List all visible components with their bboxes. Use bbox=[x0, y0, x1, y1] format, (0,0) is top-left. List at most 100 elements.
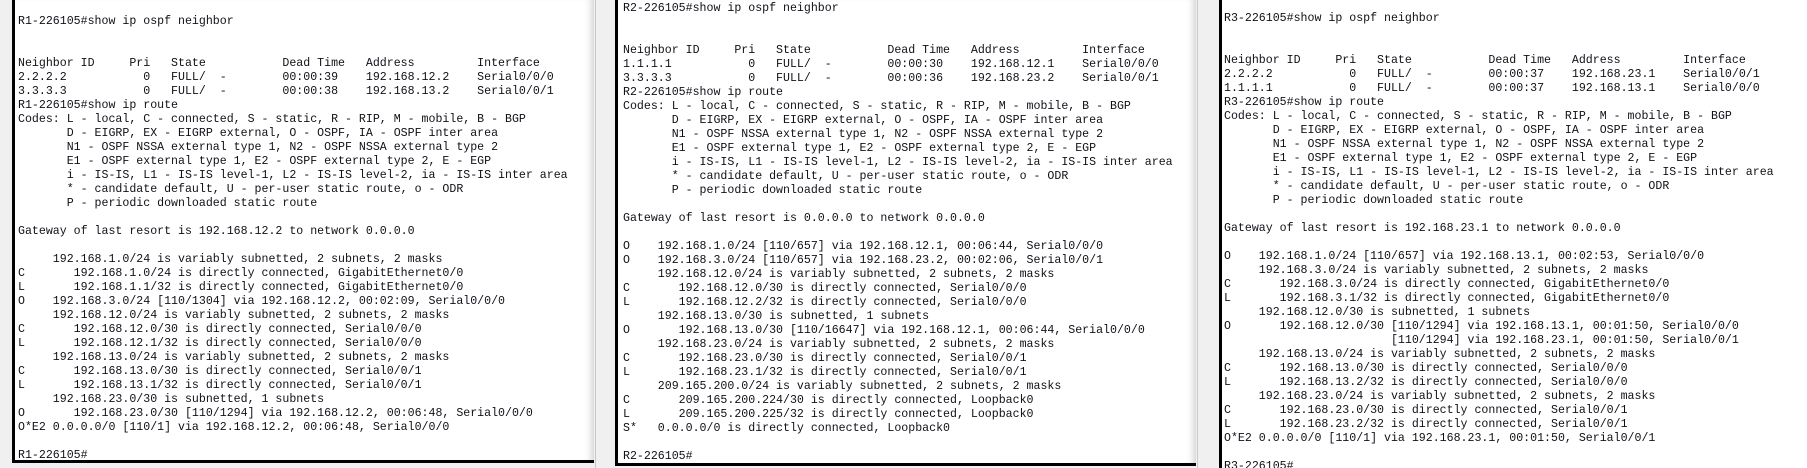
terminal-command: R1-226105#show ip ospf neighbor bbox=[18, 15, 234, 28]
terminal-command: R2-226105#show ip route bbox=[623, 86, 784, 99]
terminal-line: C 192.168.23.0/30 is directly connected,… bbox=[623, 352, 1027, 365]
terminal-line: P - periodic downloaded static route bbox=[1224, 194, 1524, 207]
terminal-line: L 192.168.12.1/32 is directly connected,… bbox=[18, 337, 422, 350]
terminal-line: C 192.168.3.0/24 is directly connected, … bbox=[1224, 278, 1670, 291]
terminal-line: Neighbor ID Pri State Dead Time Address … bbox=[18, 57, 540, 70]
terminal-line: P - periodic downloaded static route bbox=[623, 184, 923, 197]
terminal-output: R2-226105#show ip ospf neighbor Neighbor … bbox=[623, 2, 1173, 463]
terminal-line: C 192.168.12.0/30 is directly connected,… bbox=[18, 323, 422, 336]
terminal-line: L 192.168.23.2/32 is directly connected,… bbox=[1224, 418, 1628, 431]
terminal-line: N1 - OSPF NSSA external type 1, N2 - OSP… bbox=[18, 141, 499, 154]
terminal-line: O 192.168.12.0/30 [110/1294] via 192.168… bbox=[1224, 320, 1739, 333]
terminal-command: R3-226105#show ip ospf neighbor bbox=[1224, 12, 1440, 25]
terminal-line: Neighbor ID Pri State Dead Time Address … bbox=[1224, 54, 1746, 67]
terminal-line: E1 - OSPF external type 1, E2 - OSPF ext… bbox=[623, 142, 1097, 155]
terminal-line: O*E2 0.0.0.0/0 [110/1] via 192.168.23.1,… bbox=[1224, 432, 1656, 445]
terminal-line: L 209.165.200.225/32 is directly connect… bbox=[623, 408, 1034, 421]
terminal-line: P - periodic downloaded static route bbox=[18, 197, 318, 210]
terminal-pane-r1[interactable]: R1-226105#show ip ospf neighbor Neighbor … bbox=[12, 0, 594, 463]
terminal-line: 192.168.12.0/24 is variably subnetted, 2… bbox=[623, 268, 1055, 281]
terminal-line: D - EIGRP, EX - EIGRP external, O - OSPF… bbox=[1224, 124, 1705, 137]
terminal-line: O 192.168.1.0/24 [110/657] via 192.168.1… bbox=[623, 240, 1104, 253]
terminal-command: R1-226105#show ip route bbox=[18, 99, 179, 112]
terminal-line: C 192.168.13.0/30 is directly connected,… bbox=[1224, 362, 1628, 375]
terminal-line: O 192.168.3.0/24 [110/657] via 192.168.2… bbox=[623, 254, 1104, 267]
terminal-line: E1 - OSPF external type 1, E2 - OSPF ext… bbox=[18, 155, 492, 168]
pane-divider bbox=[595, 0, 596, 468]
terminal-line: Codes: L - local, C - connected, S - sta… bbox=[1224, 110, 1732, 123]
terminal-pane-r3[interactable]: R3-226105#show ip ospf neighbor Neighbor … bbox=[1219, 0, 1807, 468]
terminal-line: C 192.168.23.0/30 is directly connected,… bbox=[1224, 404, 1628, 417]
terminal-prompt: R3-226105# bbox=[1224, 460, 1294, 468]
terminal-line: * - candidate default, U - per-user stat… bbox=[18, 183, 464, 196]
terminal-prompt: R1-226105# bbox=[18, 449, 88, 462]
terminal-prompt: R2-226105# bbox=[623, 450, 693, 463]
terminal-line: L 192.168.23.1/32 is directly connected,… bbox=[623, 366, 1027, 379]
terminal-line: O 192.168.23.0/30 [110/1294] via 192.168… bbox=[18, 407, 533, 420]
terminal-line: 192.168.1.0/24 is variably subnetted, 2 … bbox=[18, 253, 443, 266]
terminal-line: L 192.168.1.1/32 is directly connected, … bbox=[18, 281, 464, 294]
terminal-line: 1.1.1.1 0 FULL/ - 00:00:37 192.168.13.1 … bbox=[1224, 82, 1760, 95]
terminal-line: S* 0.0.0.0/0 is directly connected, Loop… bbox=[623, 422, 950, 435]
terminal-command: R2-226105#show ip ospf neighbor bbox=[623, 2, 839, 15]
terminal-line: O 192.168.13.0/30 [110/16647] via 192.16… bbox=[623, 324, 1145, 337]
terminal-line: Gateway of last resort is 192.168.23.1 t… bbox=[1224, 222, 1621, 235]
terminal-line: i - IS-IS, L1 - IS-IS level-1, L2 - IS-I… bbox=[623, 156, 1173, 169]
terminal-output: R3-226105#show ip ospf neighbor Neighbor … bbox=[1224, 12, 1774, 468]
terminal-line: * - candidate default, U - per-user stat… bbox=[1224, 180, 1670, 193]
terminal-line: L 192.168.13.2/32 is directly connected,… bbox=[1224, 376, 1628, 389]
terminal-line: O 192.168.1.0/24 [110/657] via 192.168.1… bbox=[1224, 250, 1705, 263]
pane-divider bbox=[1197, 0, 1198, 468]
terminal-line: 192.168.23.0/24 is variably subnetted, 2… bbox=[623, 338, 1055, 351]
terminal-line: 3.3.3.3 0 FULL/ - 00:00:36 192.168.23.2 … bbox=[623, 72, 1159, 85]
terminal-line: L 192.168.13.1/32 is directly connected,… bbox=[18, 379, 422, 392]
terminal-line: 192.168.12.0/30 is subnetted, 1 subnets bbox=[1224, 306, 1531, 319]
terminal-line: 192.168.23.0/24 is variably subnetted, 2… bbox=[1224, 390, 1656, 403]
terminal-line: O*E2 0.0.0.0/0 [110/1] via 192.168.12.2,… bbox=[18, 421, 450, 434]
terminal-line: C 209.165.200.224/30 is directly connect… bbox=[623, 394, 1034, 407]
terminal-line: 2.2.2.2 0 FULL/ - 00:00:37 192.168.23.1 … bbox=[1224, 68, 1760, 81]
terminal-pane-r2[interactable]: R2-226105#show ip ospf neighbor Neighbor … bbox=[615, 0, 1196, 466]
terminal-line: C 192.168.13.0/30 is directly connected,… bbox=[18, 365, 422, 378]
terminal-line: Gateway of last resort is 0.0.0.0 to net… bbox=[623, 212, 985, 225]
terminal-line: C 192.168.1.0/24 is directly connected, … bbox=[18, 267, 464, 280]
terminal-line: D - EIGRP, EX - EIGRP external, O - OSPF… bbox=[18, 127, 499, 140]
terminal-line: Neighbor ID Pri State Dead Time Address … bbox=[623, 44, 1145, 57]
terminal-line: 192.168.13.0/24 is variably subnetted, 2… bbox=[18, 351, 450, 364]
terminal-line: L 192.168.12.2/32 is directly connected,… bbox=[623, 296, 1027, 309]
terminal-line: 1.1.1.1 0 FULL/ - 00:00:30 192.168.12.1 … bbox=[623, 58, 1159, 71]
terminal-line: 192.168.3.0/24 is variably subnetted, 2 … bbox=[1224, 264, 1649, 277]
terminal-line: 192.168.13.0/30 is subnetted, 1 subnets bbox=[623, 310, 930, 323]
terminal-line: 3.3.3.3 0 FULL/ - 00:00:38 192.168.13.2 … bbox=[18, 85, 554, 98]
terminal-line: 209.165.200.0/24 is variably subnetted, … bbox=[623, 380, 1062, 393]
terminal-line: D - EIGRP, EX - EIGRP external, O - OSPF… bbox=[623, 114, 1104, 127]
terminal-line: C 192.168.12.0/30 is directly connected,… bbox=[623, 282, 1027, 295]
terminal-line: Gateway of last resort is 192.168.12.2 t… bbox=[18, 225, 415, 238]
terminal-line: 192.168.23.0/30 is subnetted, 1 subnets bbox=[18, 393, 325, 406]
terminal-line: O 192.168.3.0/24 [110/1304] via 192.168.… bbox=[18, 295, 506, 308]
terminal-line: N1 - OSPF NSSA external type 1, N2 - OSP… bbox=[1224, 138, 1705, 151]
terminal-line: 192.168.13.0/24 is variably subnetted, 2… bbox=[1224, 348, 1656, 361]
terminal-line: 192.168.12.0/24 is variably subnetted, 2… bbox=[18, 309, 450, 322]
terminal-output: R1-226105#show ip ospf neighbor Neighbor … bbox=[18, 15, 568, 462]
terminal-line: 2.2.2.2 0 FULL/ - 00:00:39 192.168.12.2 … bbox=[18, 71, 554, 84]
terminal-line: * - candidate default, U - per-user stat… bbox=[623, 170, 1069, 183]
terminal-line: i - IS-IS, L1 - IS-IS level-1, L2 - IS-I… bbox=[1224, 166, 1774, 179]
terminal-line: Codes: L - local, C - connected, S - sta… bbox=[623, 100, 1131, 113]
terminal-line: N1 - OSPF NSSA external type 1, N2 - OSP… bbox=[623, 128, 1104, 141]
